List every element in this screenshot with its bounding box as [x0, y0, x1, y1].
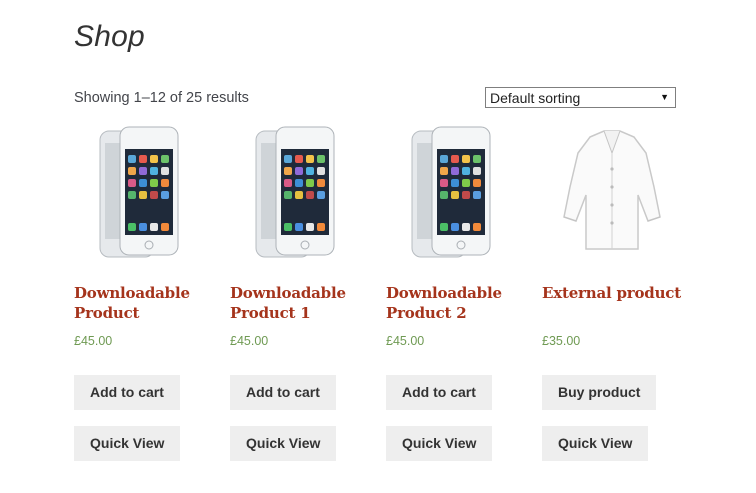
- product-image-iphone[interactable]: [230, 125, 370, 260]
- product-image-iphone[interactable]: [74, 125, 214, 260]
- quick-view-button[interactable]: Quick View: [386, 426, 493, 461]
- add-to-cart-button[interactable]: Add to cart: [386, 375, 492, 410]
- product-title-link[interactable]: Downloadable Product 1: [230, 283, 370, 323]
- product-title-link[interactable]: Downloadable Product: [74, 283, 214, 323]
- quick-view-button[interactable]: Quick View: [74, 426, 181, 461]
- sorting-selected-value: Default sorting: [490, 90, 581, 106]
- page-title: Shop: [74, 20, 145, 53]
- buy-product-button[interactable]: Buy product: [542, 375, 657, 410]
- result-count: Showing 1–12 of 25 results: [74, 90, 249, 106]
- white-shirt-image: [563, 130, 661, 250]
- iphone-image: [255, 126, 335, 258]
- dropdown-arrow-icon: ▼: [660, 92, 669, 102]
- sorting-select[interactable]: Default sorting ▼: [485, 87, 676, 108]
- product-price: £45.00: [386, 334, 425, 348]
- product-title-link[interactable]: Downloadable Product 2: [386, 283, 526, 323]
- product-price: £45.00: [230, 334, 269, 348]
- add-to-cart-button[interactable]: Add to cart: [74, 375, 180, 410]
- iphone-image: [411, 126, 491, 258]
- product-card: Downloadable Product 1 £45.00 Add to car…: [230, 125, 370, 461]
- product-image-shirt[interactable]: [542, 125, 682, 260]
- product-card: Downloadable Product £45.00 Add to cart …: [74, 125, 214, 461]
- quick-view-button[interactable]: Quick View: [542, 426, 649, 461]
- add-to-cart-button[interactable]: Add to cart: [230, 375, 336, 410]
- product-price: £45.00: [74, 334, 113, 348]
- product-title-link[interactable]: External product: [542, 283, 682, 303]
- quick-view-button[interactable]: Quick View: [230, 426, 337, 461]
- product-price: £35.00: [542, 334, 581, 348]
- product-card: External product £35.00 Buy product Quic…: [542, 125, 682, 461]
- iphone-image: [99, 126, 179, 258]
- product-card: Downloadable Product 2 £45.00 Add to car…: [386, 125, 526, 461]
- product-image-iphone[interactable]: [386, 125, 526, 260]
